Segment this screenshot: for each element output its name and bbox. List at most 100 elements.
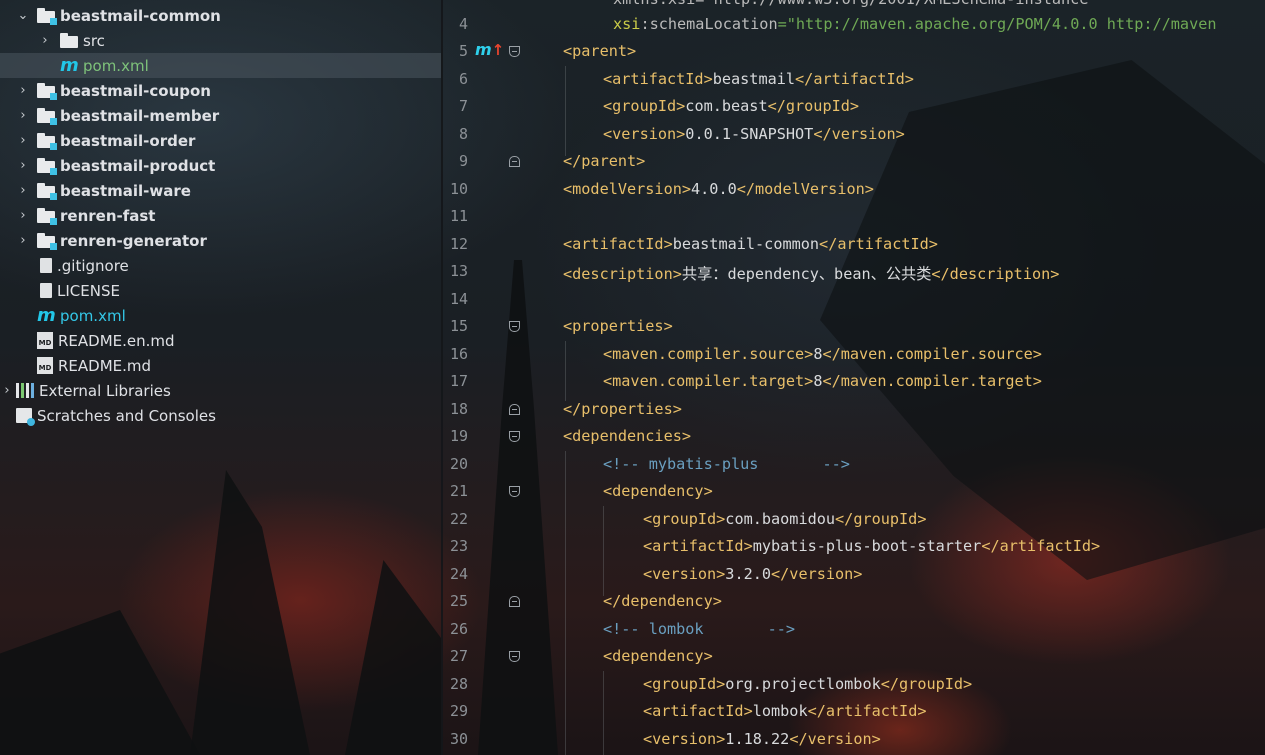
tree-item-scratches[interactable]: Scratches and Consoles xyxy=(0,403,441,428)
fold-toggle-icon[interactable] xyxy=(509,431,520,442)
code-token: lombok xyxy=(752,702,808,720)
fold-toggle-icon[interactable] xyxy=(509,486,520,497)
code-line-5: <parent> xyxy=(563,42,636,60)
tree-item-beastmail-product[interactable]: › beastmail-product xyxy=(0,153,441,178)
tree-item-label: beastmail-common xyxy=(60,6,221,25)
tree-item-readme-en[interactable]: MD README.en.md xyxy=(0,328,441,353)
code-token: <groupId> xyxy=(603,97,686,115)
line-number: 14 xyxy=(449,290,468,308)
gitignore-file-icon xyxy=(40,258,52,273)
chevron-right-icon[interactable]: › xyxy=(0,383,14,398)
fold-toggle-icon[interactable] xyxy=(509,156,520,167)
tree-item-label: README.md xyxy=(58,356,152,375)
chevron-right-icon[interactable]: › xyxy=(16,83,30,98)
code-line-29: <artifactId>lombok</artifactId> xyxy=(643,702,926,720)
tree-item-beastmail-coupon[interactable]: › beastmail-coupon xyxy=(0,78,441,103)
tree-item-label: beastmail-ware xyxy=(60,181,191,200)
tree-item-label: beastmail-product xyxy=(60,156,216,175)
line-number: 21 xyxy=(449,482,468,500)
module-folder-icon xyxy=(37,157,57,175)
line-number: 6 xyxy=(458,70,468,88)
chevron-right-icon[interactable]: › xyxy=(16,208,30,223)
code-token: "http://maven.apache.org/POM/4.0.0 http:… xyxy=(786,15,1217,33)
code-editor[interactable]: 4 5 6 7 8 9 10 11 12 13 14 15 16 17 18 1… xyxy=(443,0,1265,755)
markdown-file-icon: MD xyxy=(37,332,53,349)
tree-item-label: README.en.md xyxy=(58,331,175,350)
code-line-4a: xmlns:xsi="http://www.w3.org/2001/XMLSch… xyxy=(613,0,1098,8)
tree-item-external-libraries[interactable]: › External Libraries xyxy=(0,378,441,403)
code-token: <modelVersion> xyxy=(563,180,692,198)
fold-toggle-icon[interactable] xyxy=(509,651,520,662)
chevron-down-icon[interactable]: ⌄ xyxy=(16,8,30,23)
code-token: </groupId> xyxy=(767,97,860,115)
chevron-right-icon[interactable]: › xyxy=(16,108,30,123)
code-token: 共享：dependency、bean、公共类 xyxy=(681,265,932,283)
scratches-icon xyxy=(16,408,35,426)
code-token: <dependency> xyxy=(603,647,713,665)
tree-item-gitignore[interactable]: .gitignore xyxy=(0,253,441,278)
code-token: <groupId> xyxy=(643,675,726,693)
chevron-right-icon[interactable]: › xyxy=(16,233,30,248)
code-token: <description> xyxy=(563,265,682,283)
code-token: </version> xyxy=(813,125,905,143)
code-line-26: <!-- lombok --> xyxy=(603,620,795,638)
fold-toggle-icon[interactable] xyxy=(509,596,520,607)
line-number: 28 xyxy=(449,675,468,693)
tree-item-beastmail-member[interactable]: › beastmail-member xyxy=(0,103,441,128)
tree-item-renren-fast[interactable]: › renren-fast xyxy=(0,203,441,228)
tree-item-readme[interactable]: MD README.md xyxy=(0,353,441,378)
line-number: 26 xyxy=(449,620,468,638)
code-token: com.baomidou xyxy=(725,510,836,528)
project-tree-panel: ⌄ beastmail-common › src m pom.xml › bea… xyxy=(0,0,441,755)
code-line-9: </parent> xyxy=(563,152,645,170)
code-line-8: <version>0.0.1-SNAPSHOT</version> xyxy=(603,125,905,143)
chevron-right-icon[interactable]: › xyxy=(16,133,30,148)
line-number: 5 xyxy=(458,42,468,60)
tree-item-beastmail-ware[interactable]: › beastmail-ware xyxy=(0,178,441,203)
module-folder-icon xyxy=(37,107,57,125)
code-line-6: <artifactId>beastmail</artifactId> xyxy=(603,70,914,88)
maven-parent-gutter-icon[interactable]: m↑ xyxy=(475,40,504,59)
fold-toggle-icon[interactable] xyxy=(509,404,520,415)
code-token: 3.2.0 xyxy=(725,565,772,583)
code-token: org.projectlombok xyxy=(725,675,881,693)
line-number: 11 xyxy=(449,207,468,225)
tree-item-renren-generator[interactable]: › renren-generator xyxy=(0,228,441,253)
code-token: </artifactId> xyxy=(795,70,914,88)
chevron-right-icon[interactable]: › xyxy=(16,158,30,173)
line-number: 29 xyxy=(449,702,468,720)
code-token: <groupId> xyxy=(643,510,726,528)
tree-item-beastmail-common[interactable]: ⌄ beastmail-common xyxy=(0,3,441,28)
code-token: <maven.compiler.source> xyxy=(603,345,814,363)
line-number: 17 xyxy=(449,372,468,390)
fold-toggle-icon[interactable] xyxy=(509,46,520,57)
code-token: xmlns:xsi="http://www.w3.org/2001/XMLSch… xyxy=(613,0,1098,8)
code-token: <dependencies> xyxy=(563,427,692,445)
code-token: </artifactId> xyxy=(981,537,1101,555)
tree-item-label: src xyxy=(83,31,105,50)
tree-item-pom-xml-selected[interactable]: m pom.xml xyxy=(0,53,441,78)
code-token: </maven.compiler.target> xyxy=(822,372,1042,390)
code-token: beastmail xyxy=(712,70,796,88)
module-folder-icon xyxy=(37,182,57,200)
tree-item-src[interactable]: › src xyxy=(0,28,441,53)
fold-toggle-icon[interactable] xyxy=(509,321,520,332)
chevron-right-icon[interactable]: › xyxy=(38,33,52,48)
libraries-icon xyxy=(16,383,34,398)
code-token: <artifactId> xyxy=(643,702,753,720)
code-token: </artifactId> xyxy=(807,702,927,720)
code-token: 1.18.22 xyxy=(725,730,790,748)
module-folder-icon xyxy=(37,82,57,100)
tree-item-license[interactable]: LICENSE xyxy=(0,278,441,303)
code-token: <parent> xyxy=(563,42,637,60)
tree-item-beastmail-order[interactable]: › beastmail-order xyxy=(0,128,441,153)
code-line-16: <maven.compiler.source>8</maven.compiler… xyxy=(603,345,1042,363)
tree-item-root-pom-xml[interactable]: m pom.xml xyxy=(0,303,441,328)
chevron-right-icon[interactable]: › xyxy=(16,183,30,198)
line-number: 16 xyxy=(449,345,468,363)
code-token: </groupId> xyxy=(835,510,927,528)
indent-guide xyxy=(565,451,566,755)
code-line-13: <description>共享：dependency、bean、公共类</des… xyxy=(563,262,1059,284)
tree-item-label: LICENSE xyxy=(57,281,120,300)
code-token: <version> xyxy=(603,125,686,143)
